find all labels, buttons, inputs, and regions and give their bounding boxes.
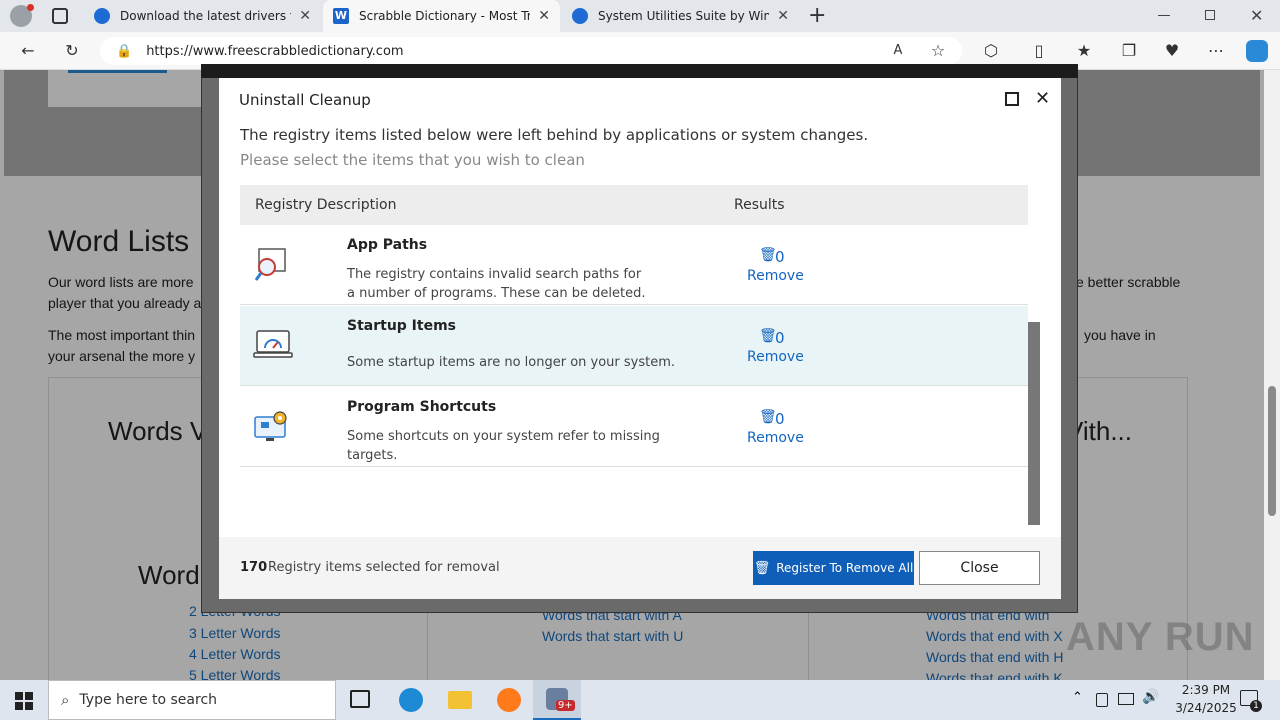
tab-drivers[interactable]: Download the latest drivers for yo ✕ bbox=[84, 0, 321, 32]
row-description: Some shortcuts on your system refer to m… bbox=[347, 429, 660, 463]
laptop-gauge-icon bbox=[253, 330, 293, 358]
collections-icon[interactable]: ❐ bbox=[1115, 37, 1143, 65]
profile-badge bbox=[27, 4, 34, 11]
volume-icon[interactable]: 🔊 bbox=[1142, 689, 1159, 705]
windows-start-icon[interactable] bbox=[15, 692, 33, 710]
remove-link[interactable]: Remove bbox=[747, 268, 804, 284]
clock-date[interactable]: 3/24/2025 bbox=[1166, 701, 1246, 715]
register-to-remove-all-button[interactable]: 🗑 Register To Remove All bbox=[753, 551, 914, 585]
scrabble-favicon-icon: W bbox=[333, 8, 349, 24]
row-description: Some startup items are no longer on your… bbox=[347, 355, 676, 370]
tab-scrabble[interactable]: W Scrabble Dictionary - Most Truste ✕ bbox=[323, 0, 560, 32]
refresh-icon[interactable]: ↻ bbox=[58, 37, 86, 65]
read-aloud-icon[interactable]: A bbox=[884, 37, 912, 65]
edge-taskbar-icon[interactable] bbox=[399, 688, 423, 712]
dialog-top-strip bbox=[201, 64, 1078, 78]
more-menu-icon[interactable]: ⋯ bbox=[1202, 37, 1230, 65]
restore-icon[interactable] bbox=[1205, 10, 1215, 20]
taskbar-search-box[interactable]: ⌕ Type here to search bbox=[48, 680, 336, 720]
scrollbar-thumb[interactable] bbox=[1268, 386, 1276, 516]
result-count: 0 bbox=[775, 410, 785, 428]
page-scrollbar[interactable] bbox=[1264, 70, 1280, 680]
tab-title: Scrabble Dictionary - Most Truste bbox=[359, 9, 531, 23]
tab-title: Download the latest drivers for yo bbox=[120, 9, 291, 23]
close-button[interactable]: Close bbox=[919, 551, 1040, 585]
row-title: App Paths bbox=[347, 237, 428, 253]
lock-icon: 🔒 bbox=[116, 43, 133, 59]
dialog-maximize-icon[interactable] bbox=[1005, 92, 1019, 106]
row-description: The registry contains invalid search pat… bbox=[347, 267, 646, 301]
search-magnifier-icon bbox=[254, 248, 286, 281]
dialog-close-icon[interactable]: ✕ bbox=[1035, 88, 1050, 109]
footer-count: 170 bbox=[240, 560, 268, 575]
new-tab-button[interactable]: + bbox=[808, 3, 826, 28]
url-text: https://www.freescrabbledictionary.com bbox=[146, 43, 404, 59]
tray-device-icon[interactable] bbox=[1096, 693, 1108, 707]
intro-line-1: The registry items listed below were lef… bbox=[240, 126, 869, 144]
edge-favicon-icon bbox=[94, 8, 110, 24]
col-header-description: Registry Description bbox=[255, 197, 397, 213]
task-view-icon[interactable] bbox=[350, 690, 370, 708]
remove-link[interactable]: Remove bbox=[747, 349, 804, 365]
close-tab-icon[interactable]: ✕ bbox=[538, 8, 550, 24]
footer-text: Registry items selected for removal bbox=[268, 560, 500, 575]
back-icon[interactable]: ← bbox=[14, 37, 42, 65]
row-title: Program Shortcuts bbox=[347, 399, 497, 415]
tab-actions-icon[interactable] bbox=[52, 8, 68, 24]
search-icon: ⌕ bbox=[61, 691, 70, 709]
url-field[interactable]: 🔒 https://www.freescrabbledictionary.com bbox=[100, 37, 962, 65]
firefox-icon[interactable] bbox=[497, 688, 521, 712]
copilot-icon[interactable] bbox=[1246, 40, 1268, 62]
window-close-icon[interactable]: ✕ bbox=[1250, 6, 1263, 25]
clock-time[interactable]: 2:39 PM bbox=[1173, 683, 1239, 697]
dialog-title: Uninstall Cleanup bbox=[239, 91, 371, 109]
intro-line-2: Please select the items that you wish to… bbox=[240, 151, 585, 169]
tab-title: System Utilities Suite by WinZip bbox=[598, 9, 770, 23]
close-tab-icon[interactable]: ✕ bbox=[299, 8, 311, 24]
result-count: 0 bbox=[775, 248, 785, 266]
col-header-results: Results bbox=[734, 197, 785, 213]
file-explorer-icon[interactable] bbox=[448, 691, 472, 709]
notification-count: 1 bbox=[1250, 700, 1262, 712]
extensions-icon[interactable]: ⬡ bbox=[977, 37, 1005, 65]
result-count: 0 bbox=[775, 329, 785, 347]
trash-icon: 🗑 bbox=[753, 560, 771, 576]
favorites-icon[interactable]: ★ bbox=[1070, 37, 1098, 65]
list-scrollbar-thumb[interactable] bbox=[1028, 322, 1040, 525]
browser-essentials-icon[interactable]: ♥ bbox=[1158, 37, 1186, 65]
tab-winzip[interactable]: System Utilities Suite by WinZip ✕ bbox=[562, 0, 799, 32]
register-button-label: Register To Remove All bbox=[776, 561, 914, 575]
favorite-star-icon[interactable]: ☆ bbox=[924, 37, 952, 65]
remove-link[interactable]: Remove bbox=[747, 430, 804, 446]
close-tab-icon[interactable]: ✕ bbox=[777, 8, 789, 24]
search-placeholder: Type here to search bbox=[79, 692, 218, 708]
edge-favicon-icon bbox=[572, 8, 588, 24]
monitor-gear-icon bbox=[254, 411, 287, 441]
app-badge: 9+ bbox=[556, 700, 575, 711]
tray-chevron-icon[interactable]: ⌃ bbox=[1072, 690, 1083, 705]
row-title: Startup Items bbox=[347, 318, 456, 334]
network-icon[interactable] bbox=[1118, 693, 1134, 705]
split-screen-icon[interactable]: ▯ bbox=[1025, 37, 1053, 65]
minimize-icon[interactable] bbox=[1158, 15, 1170, 16]
